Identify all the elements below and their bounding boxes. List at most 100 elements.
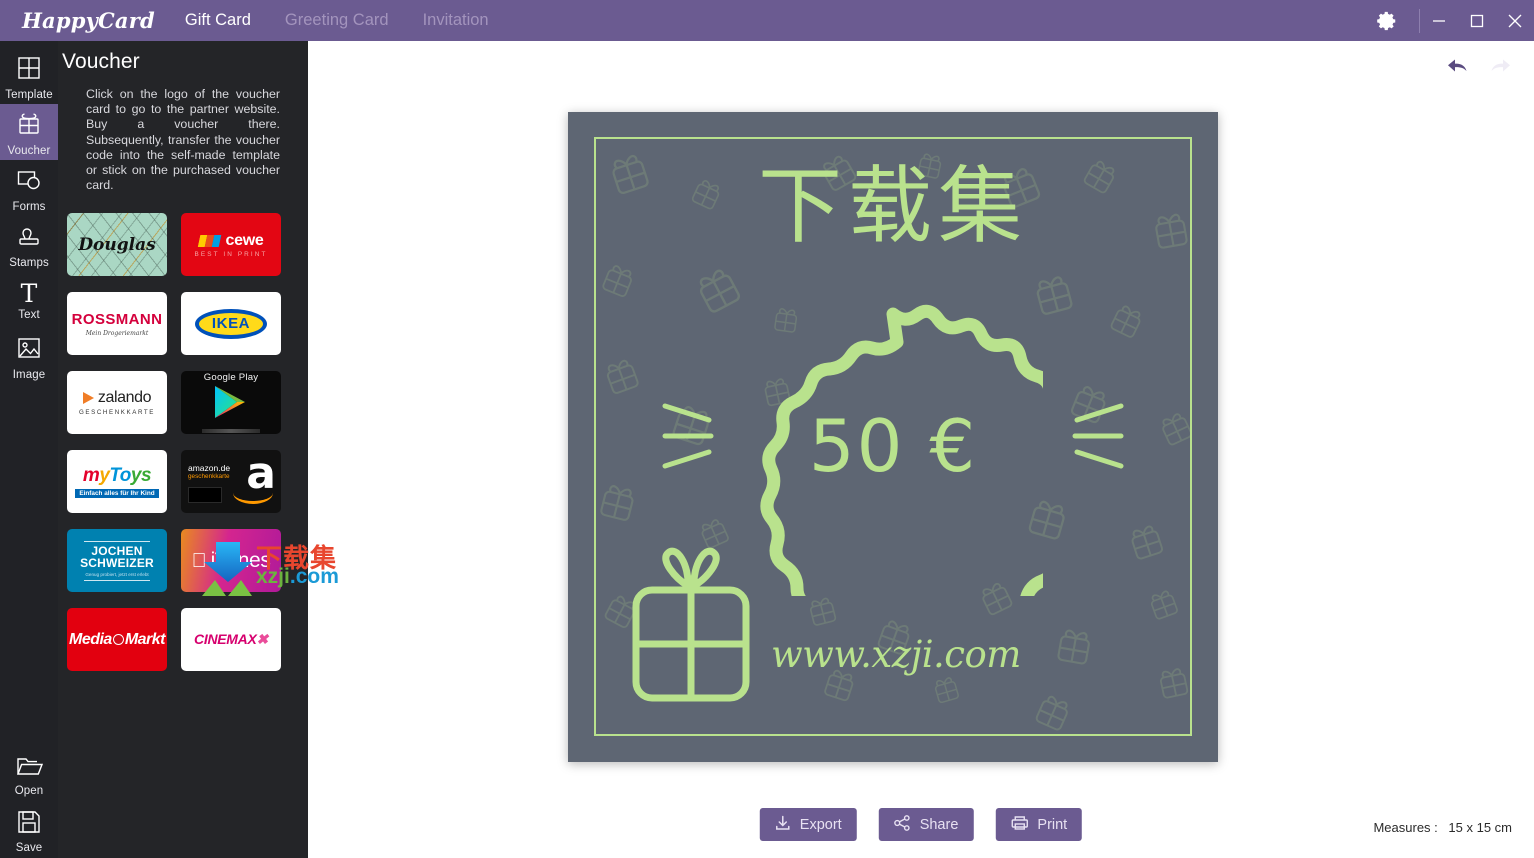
tab-gift-card[interactable]: Gift Card xyxy=(183,8,253,33)
voucher-tile-media-markt[interactable]: Media Markt xyxy=(67,608,167,672)
zalando-mark-icon xyxy=(82,392,94,405)
measures-readout: Measures : 15 x 15 cm xyxy=(1373,820,1512,835)
voucher-tile-cinemax[interactable]: Cinemax✖ xyxy=(181,608,281,672)
voucher-tagline: GESCHENKKARTE xyxy=(78,409,156,417)
apple-icon:  xyxy=(192,551,207,571)
text-t-icon: T xyxy=(20,279,38,308)
panel-title: Voucher xyxy=(62,50,140,73)
voucher-tile-google-play[interactable]: Google Play xyxy=(181,371,281,435)
bottom-bar: Export Share Print Measures: 15 x 15 cm xyxy=(308,800,1534,858)
divider xyxy=(84,540,150,542)
gear-icon[interactable] xyxy=(1355,0,1419,41)
card-url[interactable]: www.xzji.com xyxy=(771,633,1021,676)
app-window: HappyCard Gift Card Greeting Card Invita… xyxy=(0,0,1534,858)
amazon-code-box xyxy=(188,487,222,504)
rays-left-icon xyxy=(662,403,714,469)
voucher-brand-label: amazon.de xyxy=(188,463,231,474)
sidebar-item-text[interactable]: T Text xyxy=(0,272,58,328)
cewe-mark-icon xyxy=(197,234,222,247)
google-play-footer-bar xyxy=(202,429,260,434)
panel-description: Click on the logo of the voucher card to… xyxy=(86,87,280,193)
voucher-tile-ikea[interactable]: IKEA xyxy=(181,292,281,356)
voucher-tile-douglas[interactable]: Douglas xyxy=(67,213,167,277)
minimize-icon[interactable] xyxy=(1420,0,1458,41)
sidebar-item-image[interactable]: Image xyxy=(0,328,58,384)
export-button[interactable]: Export xyxy=(759,808,857,841)
sidebar-item-label: Template xyxy=(5,88,53,101)
sidebar-item-stamps[interactable]: Stamps xyxy=(0,216,58,272)
sidebar-item-save[interactable]: Save xyxy=(0,802,58,858)
voucher-brand-label: Cinemax✖ xyxy=(194,631,268,648)
cewe-logo: cewe xyxy=(197,232,264,250)
tab-greeting-card[interactable]: Greeting Card xyxy=(283,8,391,33)
tab-invitation[interactable]: Invitation xyxy=(421,8,491,33)
gift-icon xyxy=(15,110,43,143)
sidebar-item-template[interactable]: Template xyxy=(0,48,58,104)
voucher-tile-mytoys[interactable]: myToys Einfach alles für Ihr Kind xyxy=(67,450,167,514)
voucher-brand-label: JOCHEN SCHWEIZER xyxy=(80,543,154,570)
sidebar-item-forms[interactable]: Forms xyxy=(0,160,58,216)
app-logo: HappyCard xyxy=(22,8,155,33)
export-button-label: Export xyxy=(799,816,842,833)
maximize-icon[interactable] xyxy=(1458,0,1496,41)
share-nodes-icon xyxy=(894,814,911,835)
close-icon[interactable] xyxy=(1496,0,1534,41)
sidebar-item-voucher[interactable]: Voucher xyxy=(0,104,58,160)
image-icon xyxy=(15,334,43,367)
voucher-tile-grid: Douglas cewe BEST IN PRINT ROSSMANN Mein… xyxy=(58,213,308,672)
share-button-label: Share xyxy=(919,816,959,833)
stamp-icon xyxy=(15,222,43,255)
share-button[interactable]: Share xyxy=(878,808,974,841)
ikea-logo: IKEA xyxy=(195,308,267,339)
measures-label: Measures : xyxy=(1373,820,1438,835)
print-button-label: Print xyxy=(1037,816,1068,833)
sidebar-item-label: Forms xyxy=(12,200,46,213)
voucher-tile-jochen-schweizer[interactable]: JOCHEN SCHWEIZER Genug probiert, jetzt e… xyxy=(67,529,167,593)
voucher-tile-cewe[interactable]: cewe BEST IN PRINT xyxy=(181,213,281,277)
mm-brand-a: Media xyxy=(68,630,112,648)
voucher-tagline: Mein Drogeriemarkt xyxy=(85,329,149,337)
undo-icon[interactable] xyxy=(1444,53,1472,81)
voucher-tile-rossmann[interactable]: ROSSMANN Mein Drogeriemarkt xyxy=(67,292,167,356)
gift-box-icon[interactable] xyxy=(626,546,756,706)
sidebar-item-label: Stamps xyxy=(9,256,49,269)
sidebar-item-label: Save xyxy=(15,841,43,854)
redo-icon[interactable] xyxy=(1486,53,1514,81)
canvas-area: 下载集 50 € www.xzji.com xyxy=(308,41,1534,858)
print-button[interactable]: Print xyxy=(995,808,1083,841)
left-tool-rail: Template Voucher Forms Stamps T Text Ima… xyxy=(0,41,58,858)
card-title[interactable]: 下载集 xyxy=(576,158,1210,254)
mm-brand-b: Markt xyxy=(124,630,166,648)
cinemax-word: Cinemax xyxy=(194,631,257,648)
voucher-tile-zalando[interactable]: zalando GESCHENKKARTE xyxy=(67,371,167,435)
shapes-icon xyxy=(15,166,43,199)
voucher-tile-amazon[interactable]: amazon.de geschenkkarte a xyxy=(181,450,281,514)
voucher-brand-label: zalando xyxy=(97,389,152,407)
rays-right-icon xyxy=(1072,403,1124,469)
floppy-disk-icon xyxy=(16,809,42,840)
card-canvas[interactable]: 下载集 50 € www.xzji.com xyxy=(568,112,1218,762)
voucher-brand-label: IKEA xyxy=(199,312,263,335)
voucher-brand-label: Douglas xyxy=(78,234,156,255)
measures-value: 15 x 15 cm xyxy=(1448,820,1512,835)
voucher-tagline: Genug probiert, jetzt erst erlebt xyxy=(85,571,149,577)
history-toolbar xyxy=(1444,53,1514,81)
zalando-logo: zalando xyxy=(82,389,152,407)
voucher-brand-label: Media Markt xyxy=(68,630,166,649)
voucher-tile-itunes[interactable]:  iTunes xyxy=(181,529,281,593)
action-buttons: Export Share Print xyxy=(759,808,1083,841)
voucher-brand-label: ROSSMANN xyxy=(71,310,163,328)
card-amount[interactable]: 50 € xyxy=(743,296,1043,596)
voucher-brand-label: myToys xyxy=(82,465,152,487)
voucher-brand-label: iTunes xyxy=(203,548,271,572)
rail-bottom-group: Open Save xyxy=(0,746,58,858)
title-bar: HappyCard Gift Card Greeting Card Invita… xyxy=(0,0,1534,41)
sidebar-item-open[interactable]: Open xyxy=(0,746,58,802)
gift-card-design[interactable]: 下载集 50 € www.xzji.com xyxy=(576,120,1210,754)
scalloped-seal-icon[interactable]: 50 € xyxy=(743,296,1043,596)
printer-icon xyxy=(1010,815,1028,835)
sidebar-item-label: Image xyxy=(12,368,46,381)
voucher-panel: Voucher Click on the logo of the voucher… xyxy=(58,41,308,858)
itunes-logo:  iTunes xyxy=(192,549,271,573)
voucher-tagline: geschenkkarte xyxy=(188,473,230,481)
